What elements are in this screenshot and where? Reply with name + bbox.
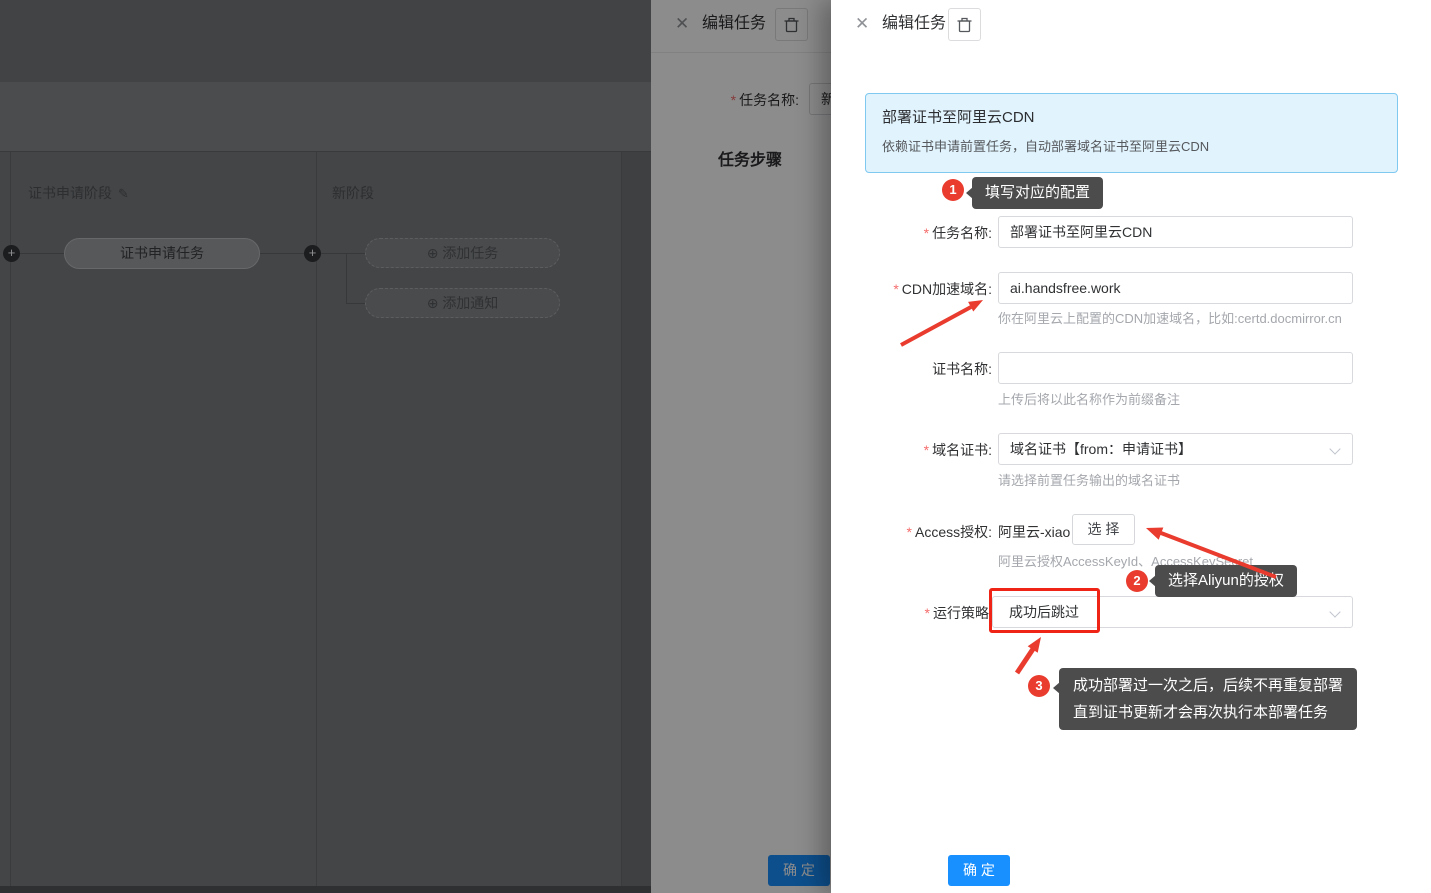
plus-icon: + [309, 245, 317, 260]
connector-line [346, 253, 347, 303]
plus-icon: + [8, 245, 16, 260]
drawer-title: 编辑任务 [882, 14, 946, 34]
circle-plus-icon: ⊕ [427, 245, 439, 261]
connector-line [260, 253, 304, 254]
cert-name-input[interactable] [998, 352, 1353, 384]
plugin-title: 部署证书至阿里云CDN [882, 106, 1381, 127]
column-divider [316, 152, 317, 886]
add-stage-before-button: + [3, 245, 20, 262]
stage-title-text: 证书申请阶段 [28, 185, 112, 201]
edit-stage-icon: ✎ [118, 186, 129, 201]
add-task-label: 添加任务 [442, 245, 498, 261]
column-divider [10, 152, 11, 886]
annotation-step-badge: 3 [1028, 675, 1050, 697]
confirm-button[interactable]: 确 定 [948, 855, 1010, 886]
app-header-bar [0, 0, 651, 82]
annotation-highlight-box [989, 588, 1100, 633]
annotation-tooltip: 成功部署过一次之后，后续不再重复部署 直到证书更新才会再次执行本部署任务 [1059, 668, 1357, 730]
access-label: *Access授权: [831, 522, 992, 542]
chevron-down-icon [1329, 606, 1340, 617]
app-window: 证书申请阶段 ✎ 新阶段 + + 证书申请任务 ⊕ 添加任务 ⊕ 添加通知 ✕ 编… [0, 0, 1431, 893]
required-mark: * [893, 281, 898, 297]
access-value: 阿里云-xiao [998, 522, 1072, 542]
cdn-domain-help: 你在阿里云上配置的CDN加速域名，比如:certd.docmirror.cn [998, 308, 1342, 327]
annotation-step-badge: 2 [1126, 570, 1148, 592]
label-text: 运行策略 [933, 605, 989, 621]
run-strategy-label: *运行策略 [831, 603, 989, 623]
access-select-button[interactable]: 选 择 [1072, 514, 1135, 545]
connector-line [346, 303, 365, 304]
task-node-cert-request: 证书申请任务 [64, 238, 260, 269]
required-mark: * [924, 442, 929, 458]
label-text: 证书名称: [932, 361, 992, 377]
required-mark: * [924, 225, 929, 241]
cdn-domain-label: *CDN加速域名: [831, 279, 992, 299]
label-text: 任务名称: [932, 225, 992, 241]
required-mark: * [925, 605, 930, 621]
trash-icon [957, 17, 972, 33]
toolbar-bar [0, 82, 651, 152]
chevron-down-icon [1329, 443, 1340, 454]
add-notification-label: 添加通知 [442, 295, 498, 311]
plugin-info-alert: 部署证书至阿里云CDN 依赖证书申请前置任务，自动部署域名证书至阿里云CDN [865, 93, 1398, 173]
plugin-description: 依赖证书申请前置任务，自动部署域名证书至阿里云CDN [882, 136, 1381, 155]
add-stage-after-button: + [304, 245, 321, 262]
pipeline-next-column [621, 152, 651, 886]
label-text: Access授权: [915, 524, 992, 540]
connector-line [20, 253, 64, 254]
label-text: CDN加速域名: [902, 281, 992, 297]
domain-cert-help: 请选择前置任务输出的域名证书 [998, 470, 1180, 489]
select-value: 域名证书【from：申请证书】 [1010, 441, 1192, 457]
add-task-button: ⊕ 添加任务 [365, 238, 560, 268]
column-divider [621, 152, 622, 886]
annotation-tooltip: 填写对应的配置 [972, 177, 1103, 209]
cert-name-help: 上传后将以此名称作为前缀备注 [998, 389, 1180, 408]
domain-cert-label: *域名证书: [831, 440, 992, 460]
cdn-domain-input[interactable] [998, 272, 1353, 304]
annotation-tooltip: 选择Aliyun的授权 [1155, 565, 1297, 597]
edit-task-drawer: ✕ 编辑任务 部署证书至阿里云CDN 依赖证书申请前置任务，自动部署域名证书至阿… [831, 0, 1431, 893]
stage-title-new-stage: 新阶段 [332, 183, 374, 203]
circle-plus-icon: ⊕ [427, 295, 439, 311]
required-mark: * [907, 524, 912, 540]
annotation-line: 直到证书更新才会再次执行本部署任务 [1073, 699, 1343, 726]
close-icon[interactable]: ✕ [855, 15, 869, 32]
stage-title-text: 新阶段 [332, 185, 374, 201]
task-name-input[interactable] [998, 216, 1353, 248]
label-text: 域名证书: [932, 442, 992, 458]
delete-task-button[interactable] [948, 8, 981, 41]
cert-name-label: 证书名称: [831, 359, 992, 379]
canvas-footer [0, 886, 651, 893]
add-notification-button: ⊕ 添加通知 [365, 288, 560, 318]
domain-cert-select[interactable]: 域名证书【from：申请证书】 [998, 433, 1353, 465]
annotation-step-badge: 1 [942, 179, 964, 201]
task-name-label: *任务名称: [831, 223, 992, 243]
connector-line [321, 253, 365, 254]
annotation-line: 成功部署过一次之后，后续不再重复部署 [1073, 672, 1343, 699]
stage-title-cert-request: 证书申请阶段 ✎ [28, 183, 129, 203]
